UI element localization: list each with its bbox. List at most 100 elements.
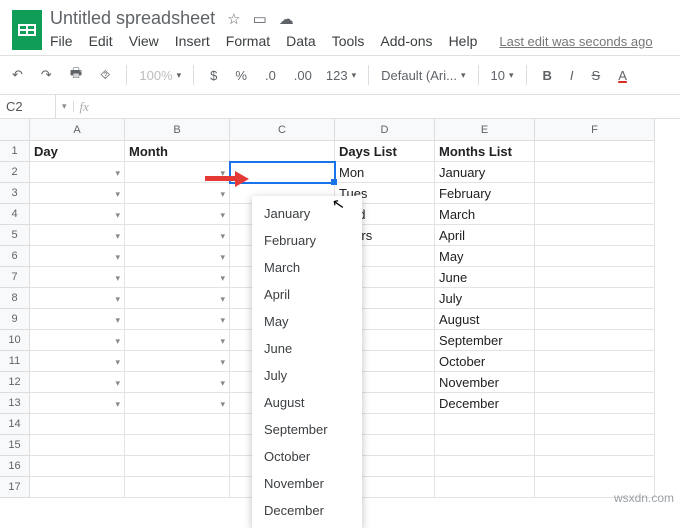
- cell[interactable]: [125, 435, 230, 456]
- cell-dropdown[interactable]: ▾: [125, 372, 230, 393]
- dropdown-option[interactable]: March: [252, 254, 362, 281]
- cell[interactable]: February: [435, 183, 535, 204]
- italic-button[interactable]: I: [566, 66, 578, 85]
- chevron-down-icon[interactable]: ▾: [115, 399, 120, 410]
- row-header[interactable]: 9: [0, 309, 30, 330]
- number-format[interactable]: 123▾: [326, 68, 356, 83]
- cell[interactable]: March: [435, 204, 535, 225]
- cell[interactable]: Month: [125, 141, 230, 162]
- cell[interactable]: [125, 414, 230, 435]
- cell[interactable]: [435, 456, 535, 477]
- cell[interactable]: [125, 477, 230, 498]
- chevron-down-icon[interactable]: ▾: [220, 399, 225, 410]
- chevron-down-icon[interactable]: ▾: [115, 336, 120, 347]
- cell[interactable]: December: [435, 393, 535, 414]
- chevron-down-icon[interactable]: ▾: [115, 231, 120, 242]
- cell[interactable]: [535, 162, 655, 183]
- move-icon[interactable]: ▭: [253, 10, 267, 28]
- doc-title[interactable]: Untitled spreadsheet: [50, 8, 215, 29]
- chevron-down-icon[interactable]: ▾: [115, 168, 120, 179]
- dropdown-option[interactable]: June: [252, 335, 362, 362]
- decrease-decimal[interactable]: .0: [261, 66, 280, 85]
- font-select[interactable]: Default (Ari...▾: [381, 68, 465, 83]
- cell-dropdown[interactable]: ▾: [125, 393, 230, 414]
- cell[interactable]: [30, 435, 125, 456]
- cell-dropdown[interactable]: ▾: [30, 225, 125, 246]
- cell-dropdown[interactable]: ▾: [30, 267, 125, 288]
- cell[interactable]: [535, 351, 655, 372]
- row-header[interactable]: 2: [0, 162, 30, 183]
- cell[interactable]: [30, 477, 125, 498]
- cell[interactable]: Day: [30, 141, 125, 162]
- active-cell[interactable]: [230, 162, 335, 183]
- chevron-down-icon[interactable]: ▾: [115, 294, 120, 305]
- dropdown-option[interactable]: October: [252, 443, 362, 470]
- cell[interactable]: [535, 225, 655, 246]
- cell[interactable]: [435, 414, 535, 435]
- row-header[interactable]: 1: [0, 141, 30, 162]
- cell-dropdown[interactable]: ▾: [125, 267, 230, 288]
- chevron-down-icon[interactable]: ▾: [220, 168, 225, 179]
- cell[interactable]: [535, 414, 655, 435]
- cell-dropdown[interactable]: ▾: [125, 162, 230, 183]
- dropdown-option[interactable]: December: [252, 497, 362, 524]
- cell[interactable]: Days List: [335, 141, 435, 162]
- select-all-corner[interactable]: [0, 119, 30, 141]
- font-size-select[interactable]: 10▾: [491, 68, 514, 83]
- cell[interactable]: [535, 246, 655, 267]
- cell[interactable]: [30, 456, 125, 477]
- star-icon[interactable]: ☆: [227, 10, 240, 28]
- cell-dropdown[interactable]: ▾: [30, 162, 125, 183]
- cell-dropdown[interactable]: ▾: [30, 204, 125, 225]
- chevron-down-icon[interactable]: ▾: [220, 336, 225, 347]
- row-header[interactable]: 10: [0, 330, 30, 351]
- col-header[interactable]: B: [125, 119, 230, 141]
- chevron-down-icon[interactable]: ▾: [220, 273, 225, 284]
- name-box[interactable]: C2: [0, 95, 56, 118]
- cell-dropdown[interactable]: ▾: [125, 330, 230, 351]
- cell[interactable]: [535, 183, 655, 204]
- chevron-down-icon[interactable]: ▾: [220, 189, 225, 200]
- sheets-logo[interactable]: [8, 6, 46, 54]
- col-header[interactable]: E: [435, 119, 535, 141]
- cell[interactable]: October: [435, 351, 535, 372]
- row-header[interactable]: 11: [0, 351, 30, 372]
- menu-format[interactable]: Format: [226, 33, 270, 49]
- cell[interactable]: September: [435, 330, 535, 351]
- cell[interactable]: [535, 141, 655, 162]
- format-currency[interactable]: $: [206, 66, 221, 85]
- menu-addons[interactable]: Add-ons: [380, 33, 432, 49]
- col-header[interactable]: A: [30, 119, 125, 141]
- cell[interactable]: [535, 456, 655, 477]
- row-header[interactable]: 16: [0, 456, 30, 477]
- row-header[interactable]: 13: [0, 393, 30, 414]
- dropdown-option[interactable]: September: [252, 416, 362, 443]
- menu-tools[interactable]: Tools: [332, 33, 365, 49]
- cell-dropdown[interactable]: ▾: [30, 372, 125, 393]
- undo-icon[interactable]: ↶: [8, 65, 27, 85]
- cell-dropdown[interactable]: ▾: [125, 225, 230, 246]
- chevron-down-icon[interactable]: ▾: [115, 273, 120, 284]
- cell[interactable]: [535, 309, 655, 330]
- cell[interactable]: [535, 330, 655, 351]
- cell[interactable]: July: [435, 288, 535, 309]
- menu-view[interactable]: View: [129, 33, 159, 49]
- chevron-down-icon[interactable]: ▾: [220, 294, 225, 305]
- cell[interactable]: [30, 414, 125, 435]
- dropdown-option[interactable]: January: [252, 200, 362, 227]
- cell-dropdown[interactable]: ▾: [125, 246, 230, 267]
- menu-file[interactable]: File: [50, 33, 73, 49]
- cell-dropdown[interactable]: ▾: [30, 309, 125, 330]
- chevron-down-icon[interactable]: ▾: [220, 252, 225, 263]
- text-color-button[interactable]: A: [614, 66, 631, 85]
- dropdown-option[interactable]: August: [252, 389, 362, 416]
- col-header[interactable]: F: [535, 119, 655, 141]
- row-header[interactable]: 3: [0, 183, 30, 204]
- dropdown-option[interactable]: April: [252, 281, 362, 308]
- dropdown-option[interactable]: May: [252, 308, 362, 335]
- cell-dropdown[interactable]: ▾: [30, 330, 125, 351]
- row-header[interactable]: 5: [0, 225, 30, 246]
- print-icon[interactable]: 🖶: [66, 62, 86, 88]
- cloud-icon[interactable]: ☁: [279, 10, 294, 28]
- cell[interactable]: [535, 393, 655, 414]
